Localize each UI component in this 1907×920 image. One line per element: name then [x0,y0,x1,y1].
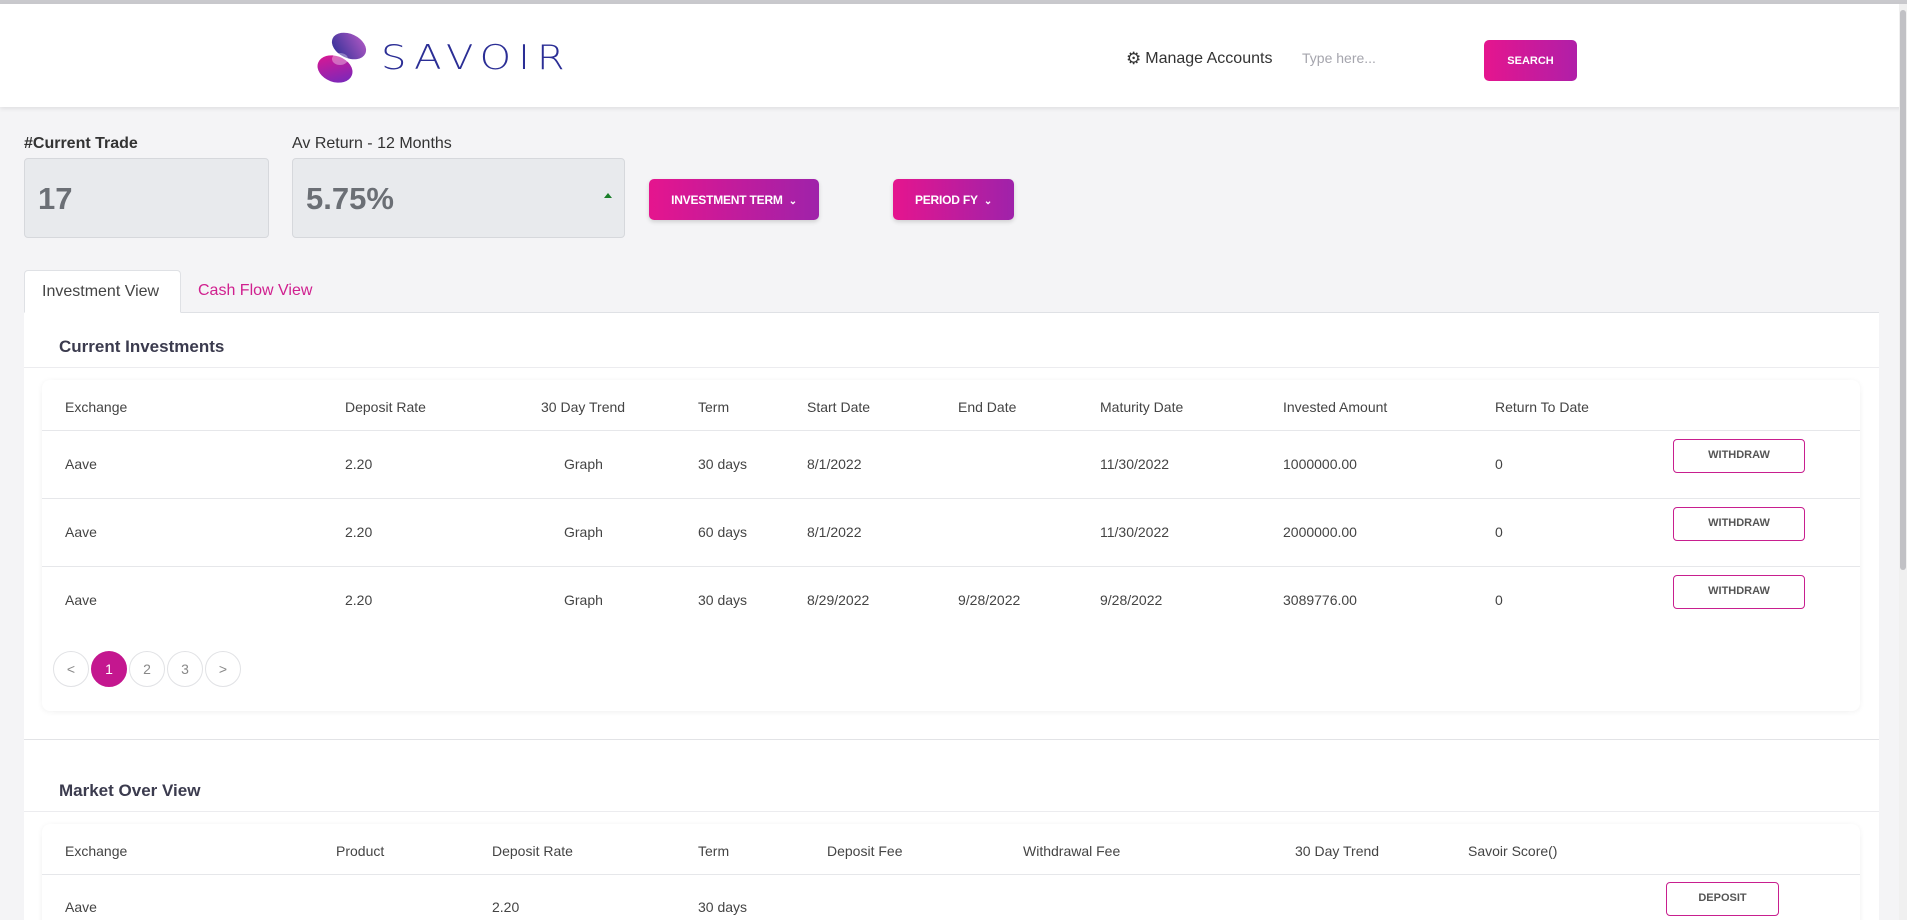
tab-cash-flow-view[interactable]: Cash Flow View [181,270,329,313]
trend-up-icon [604,193,612,198]
av-return-box: 5.75% [292,158,625,238]
chevron-down-icon: ⌄ [983,195,993,207]
cell-deposit-rate: 2.20 [492,899,520,915]
col-header-deposit-rate: Deposit Rate [492,843,573,859]
cell-deposit-rate: 2.20 [345,524,373,540]
section-divider [24,811,1879,812]
cell-term: 30 days [698,592,748,608]
col-header-exchange: Exchange [65,843,128,859]
manage-accounts-label: Manage Accounts [1145,50,1273,67]
cell-exchange: Aave [65,899,97,915]
col-header-30-day-trend: 30 Day Trend [1295,843,1380,859]
cell-maturity-date: 11/30/2022 [1100,456,1170,472]
col-header-savoir-score: Savoir Score() [1468,843,1558,859]
cell-deposit-rate: 2.20 [345,456,373,472]
cell-trend-graph[interactable]: Graph [564,592,603,608]
row-divider [42,498,1860,499]
cell-start-date: 8/1/2022 [807,524,862,540]
col-header-end-date: End Date [958,399,1017,415]
pagination-prev-button[interactable]: < [53,651,89,687]
section-divider [24,367,1879,368]
cell-end-date: 9/28/2022 [958,592,1021,608]
cell-maturity-date: 9/28/2022 [1100,592,1163,608]
cell-start-date: 8/1/2022 [807,456,862,472]
av-return-label: Av Return - 12 Months [292,135,452,152]
pagination-page-3[interactable]: 3 [167,651,203,687]
page-scrollbar[interactable] [1899,4,1907,920]
col-header-maturity-date: Maturity Date [1100,399,1184,415]
cell-exchange: Aave [65,592,97,608]
withdraw-button[interactable]: WITHDRAW [1673,507,1805,541]
cell-invested-amount: 3089776.00 [1283,592,1357,608]
market-overview-card [42,824,1860,920]
col-header-withdrawal-fee: Withdrawal Fee [1023,843,1121,859]
cell-return-to-date: 0 [1495,524,1503,540]
manage-accounts-link[interactable]: ⚙ Manage Accounts [1126,49,1272,69]
col-header-deposit-fee: Deposit Fee [827,843,903,859]
col-header-return-to-date: Return To Date [1495,399,1589,415]
period-label: PERIOD FY [914,192,978,207]
savoir-logo[interactable]: SAVOIR [313,29,572,87]
market-overview-title: Market Over View [59,781,201,800]
cell-term: 30 days [698,456,748,472]
pagination-page-2[interactable]: 2 [129,651,165,687]
chevron-down-icon: ⌄ [788,195,797,207]
tab-investment-view[interactable]: Investment View [24,270,181,313]
cell-invested-amount: 1000000.00 [1283,456,1357,472]
col-header-30-day-trend: 30 Day Trend [541,399,626,415]
investment-term-dropdown[interactable]: INVESTMENT TERM ⌄ [649,179,819,220]
col-header-term: Term [698,843,730,859]
cell-return-to-date: 0 [1495,592,1503,608]
cell-start-date: 8/29/2022 [807,592,870,608]
cell-deposit-rate: 2.20 [345,592,373,608]
scrollbar-thumb[interactable] [1900,10,1906,570]
row-divider [42,566,1860,567]
withdraw-button[interactable]: WITHDRAW [1673,575,1805,609]
cell-trend-graph[interactable]: Graph [564,456,603,472]
cell-invested-amount: 2000000.00 [1283,524,1357,540]
cell-trend-graph[interactable]: Graph [564,524,603,540]
col-header-product: Product [336,843,385,859]
current-investments-title: Current Investments [59,337,225,356]
top-navbar: SAVOIR ⚙ Manage Accounts SEARCH [0,4,1907,107]
cell-exchange: Aave [65,456,97,472]
col-header-start-date: Start Date [807,399,871,415]
savoir-logo-icon [317,32,367,83]
gear-icon: ⚙ [1126,49,1142,68]
search-input[interactable] [1302,41,1472,75]
row-divider [42,430,1860,431]
current-trade-value: 17 [38,181,73,216]
cell-maturity-date: 11/30/2022 [1100,524,1170,540]
cell-exchange: Aave [65,524,97,540]
col-header-invested-amount: Invested Amount [1283,399,1388,415]
row-divider [42,874,1860,875]
av-return-value: 5.75% [306,181,394,216]
search-button[interactable]: SEARCH [1484,40,1577,81]
current-trade-box: 17 [24,158,269,238]
cell-term: 60 days [698,524,748,540]
cell-term: 30 days [698,899,748,915]
pagination-page-1[interactable]: 1 [91,651,127,687]
pagination-next-button[interactable]: > [205,651,241,687]
section-divider [24,739,1879,740]
logo-wordmark: SAVOIR [381,38,572,78]
col-header-exchange: Exchange [65,399,128,415]
col-header-term: Term [698,399,730,415]
withdraw-button[interactable]: WITHDRAW [1673,439,1805,473]
current-trade-label: #Current Trade [24,135,138,152]
deposit-button[interactable]: DEPOSIT [1666,882,1779,916]
period-dropdown[interactable]: PERIOD FY ⌄ [893,179,1014,220]
investment-term-label: INVESTMENT TERM [671,192,783,207]
col-header-deposit-rate: Deposit Rate [345,399,426,415]
cell-return-to-date: 0 [1495,456,1503,472]
